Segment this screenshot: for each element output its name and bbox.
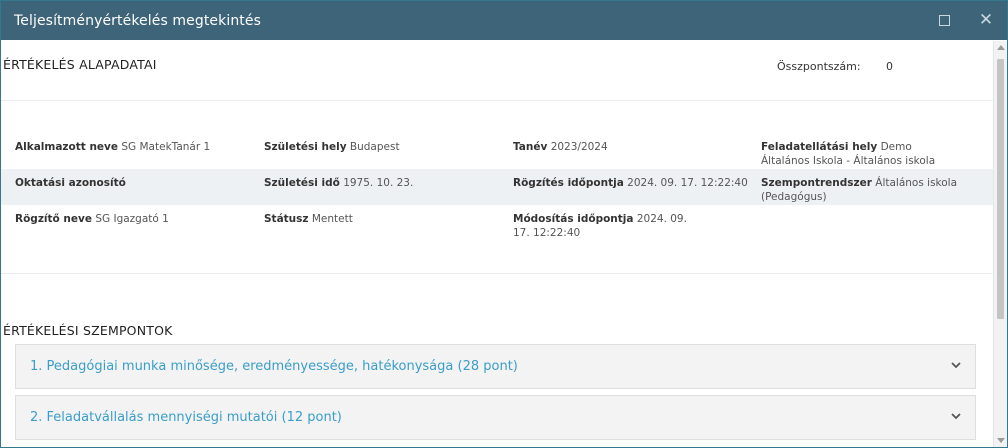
chevron-down-icon: [951, 413, 961, 420]
maximize-icon[interactable]: [935, 11, 953, 29]
info-cell: Születési hely Budapest: [264, 141, 400, 153]
divider: [1, 273, 993, 274]
info-row: Alkalmazott neve SG MatekTanár 1 Születé…: [1, 133, 993, 169]
info-row: Rögzítő neve SG Igazgató 1 Státusz Mente…: [1, 205, 993, 245]
info-row: Oktatási azonosító Születési idő 1975. 1…: [1, 169, 993, 205]
info-cell: Rögzítés időpontja 2024. 09. 17. 12:22:4…: [513, 177, 748, 189]
total-score-label: Összpontszám:: [777, 60, 861, 73]
total-score-value: 0: [886, 60, 893, 73]
dialog-window: Teljesítményértékelés megtekintés ✕ ÉRTÉ…: [0, 0, 1008, 448]
info-cell: Módosítás időpontja 2024. 09. 17. 12:22:…: [513, 213, 687, 239]
info-cell: Oktatási azonosító: [15, 177, 126, 189]
info-cell: Rögzítő neve SG Igazgató 1: [15, 213, 169, 225]
dialog-content: ÉRTÉKELÉS ALAPADATAI Összpontszám: 0 Alk…: [1, 41, 993, 447]
vertical-scrollbar[interactable]: [993, 41, 1007, 447]
info-cell: Születési idő 1975. 10. 23.: [264, 177, 414, 189]
scroll-up-icon[interactable]: [997, 45, 1005, 50]
info-cell: Feladatellátási hely Demo Általános Isko…: [761, 141, 936, 167]
accordion-label: 2. Feladatvállalás mennyiségi mutatói (1…: [30, 410, 342, 425]
info-cell: Státusz Mentett: [264, 213, 353, 225]
scroll-down-icon[interactable]: [997, 438, 1005, 443]
criteria-accordion-1[interactable]: 1. Pedagógiai munka minősége, eredményes…: [15, 344, 976, 389]
info-cell: Alkalmazott neve SG MatekTanár 1: [15, 141, 211, 153]
divider: [1, 100, 993, 101]
close-icon[interactable]: ✕: [977, 10, 995, 30]
info-cell: Tanév 2023/2024: [513, 141, 608, 153]
criteria-accordion-2[interactable]: 2. Feladatvállalás mennyiségi mutatói (1…: [15, 395, 976, 440]
accordion-label: 1. Pedagógiai munka minősége, eredményes…: [30, 359, 518, 374]
basics-heading: ÉRTÉKELÉS ALAPADATAI: [3, 57, 157, 72]
criteria-heading: ÉRTÉKELÉSI SZEMPONTOK: [3, 323, 173, 338]
title-bar: Teljesítményértékelés megtekintés ✕: [1, 1, 1007, 40]
scroll-thumb[interactable]: [997, 59, 1004, 319]
chevron-down-icon: [951, 362, 961, 369]
window-title: Teljesítményértékelés megtekintés: [14, 12, 262, 29]
info-cell: Szempontrendszer Általános iskola (Pedag…: [761, 177, 958, 203]
